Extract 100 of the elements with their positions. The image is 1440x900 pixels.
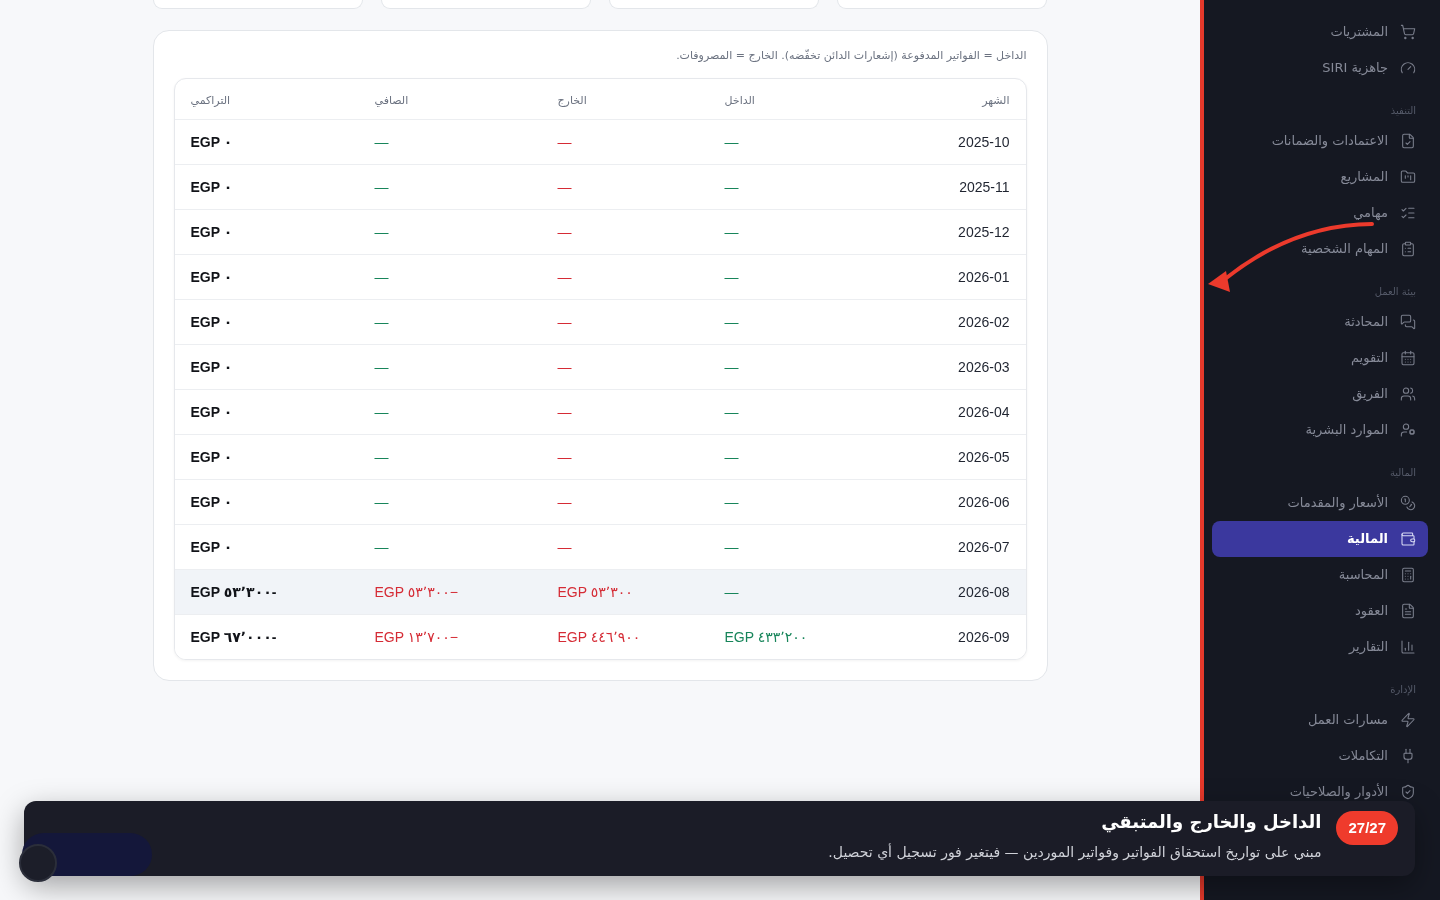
table-cell: —: [557, 494, 572, 510]
table-cell: —: [724, 494, 739, 510]
sidebar-item[interactable]: الأدوار والصلاحيات: [1212, 774, 1428, 810]
lightning-icon: [1400, 712, 1416, 728]
table-cell: EGP ٠: [190, 314, 233, 330]
calendar-icon: [1400, 350, 1416, 366]
table-cell: —: [374, 404, 389, 420]
table-cell: 2026-08: [958, 584, 1010, 600]
table-cell: —: [724, 584, 739, 600]
table-cell: —: [374, 449, 389, 465]
sidebar-item[interactable]: التقارير: [1212, 629, 1428, 665]
sidebar-item[interactable]: مهامي: [1212, 195, 1428, 231]
section-label: الإدارة: [1390, 683, 1416, 697]
sidebar-item[interactable]: الأسعار والمقدمات: [1212, 485, 1428, 521]
sidebar-item[interactable]: جاهزية SIRI: [1212, 50, 1428, 86]
table-cell: —: [557, 359, 572, 375]
sidebar-item[interactable]: المشاريع: [1212, 159, 1428, 195]
chat-bubbles-icon: [1400, 314, 1416, 330]
table-cell: —: [724, 224, 739, 240]
table-cell: —: [724, 359, 739, 375]
table-cell: EGP ٥٣٬٣٠٠: [557, 584, 633, 600]
document-icon: [1400, 603, 1416, 619]
table-cell: —: [374, 269, 389, 285]
sidebar-item[interactable]: العقود: [1212, 593, 1428, 629]
cart-icon: [1400, 24, 1416, 40]
sidebar-item[interactable]: مسارات العمل: [1212, 702, 1428, 738]
folder-icon: [1400, 169, 1416, 185]
sidebar-item[interactable]: الفريق: [1212, 376, 1428, 412]
plug-icon: [1400, 748, 1416, 764]
checklist-icon: [1400, 205, 1416, 221]
table-cell: EGP ٠: [190, 359, 233, 375]
sidebar-item[interactable]: المهام الشخصية: [1212, 231, 1428, 267]
table-cell: 2026-02: [958, 314, 1010, 330]
table-cell: 2025-10: [958, 134, 1010, 150]
table-cell: —: [557, 179, 572, 195]
table-cell: EGP ٠: [190, 404, 233, 420]
table-cell: —: [557, 539, 572, 555]
file-check-icon: [1400, 133, 1416, 149]
table-cell: EGP ٠: [190, 134, 233, 150]
table-cell: EGP ٠: [190, 269, 233, 285]
table-cell: —: [724, 539, 739, 555]
gauge-icon: [1400, 60, 1416, 76]
table-cell: —: [374, 314, 389, 330]
column-header: الداخل: [724, 94, 755, 107]
table-cell: EGP ٠: [190, 494, 233, 510]
sidebar-item[interactable]: المشتريات: [1212, 14, 1428, 50]
table-cell: —: [374, 359, 389, 375]
sidebar-item[interactable]: الموارد البشرية: [1212, 412, 1428, 448]
sidebar-item[interactable]: الاعتمادات والضمانات: [1212, 123, 1428, 159]
table-cell: EGP ١٣٬٧٠٠−: [374, 629, 458, 645]
column-header: التراكمي: [190, 94, 231, 107]
table-cell: —: [557, 134, 572, 150]
table-cell: EGP ٤٣٣٬٢٠٠: [724, 629, 808, 645]
tour-description: مبني على تواريخ استحقاق الفواتير وفواتير الموردين — فيتغير فور تسجيل أي تحصيل.: [828, 842, 1322, 862]
sidebar-item[interactable]: المحادثة: [1212, 304, 1428, 340]
table-cell: EGP ٠: [190, 539, 233, 555]
table-cell: 2026-01: [958, 269, 1010, 285]
tour-title: الداخل والخارج والمتبقي: [1100, 810, 1322, 834]
sidebar-item[interactable]: المحاسبة: [1212, 557, 1428, 593]
column-header: الخارج: [557, 94, 587, 107]
table-cell: —: [724, 314, 739, 330]
table-cell: —: [374, 224, 389, 240]
sidebar-item[interactable]: المالية: [1212, 521, 1428, 557]
table-cell: EGP ٤٤٦٬٩٠٠: [557, 629, 641, 645]
table-cell: 2026-04: [958, 404, 1010, 420]
table-cell: 2026-03: [958, 359, 1010, 375]
table-cell: 2026-09: [958, 629, 1010, 645]
clipboard-icon: [1400, 241, 1416, 257]
users-icon: [1400, 386, 1416, 402]
table-cell: EGP ٠: [190, 179, 233, 195]
section-label: التنفيذ: [1390, 104, 1416, 118]
wallet-icon: [1400, 531, 1416, 547]
section-label: المالية: [1389, 466, 1416, 480]
table-cell: —: [557, 224, 572, 240]
table-cell: —: [374, 494, 389, 510]
legend-note: الداخل = الفواتير المدفوعة (إشعارات الدائن تخفّضه). الخارج = المصروفات.: [675, 48, 1027, 64]
calculator-icon: [1400, 567, 1416, 583]
table-cell: —: [724, 134, 739, 150]
table-cell: 2026-05: [958, 449, 1010, 465]
column-header: الشهر: [982, 94, 1010, 107]
sidebar-item[interactable]: التقويم: [1212, 340, 1428, 376]
table-cell: —: [724, 404, 739, 420]
table-cell: 2025-11: [959, 179, 1010, 195]
table-cell: EGP ٦٧٬٠٠٠-: [190, 629, 277, 645]
coins-icon: [1400, 495, 1416, 511]
user-gear-icon: [1400, 422, 1416, 438]
table-cell: —: [724, 179, 739, 195]
step-badge: 27/27: [1336, 811, 1398, 845]
table-cell: —: [557, 404, 572, 420]
table-cell: —: [557, 269, 572, 285]
table-cell: EGP ٠: [190, 224, 233, 240]
table-cell: —: [557, 314, 572, 330]
table-cell: 2025-12: [958, 224, 1010, 240]
sidebar-item[interactable]: التكاملات: [1212, 738, 1428, 774]
table-cell: —: [557, 449, 572, 465]
table-cell: EGP ٥٣٬٣٠٠-: [190, 584, 277, 600]
bar-chart-icon: [1400, 639, 1416, 655]
section-label: بيئة العمل: [1374, 285, 1416, 299]
table-cell: 2026-07: [958, 539, 1010, 555]
table-cell: —: [374, 179, 389, 195]
